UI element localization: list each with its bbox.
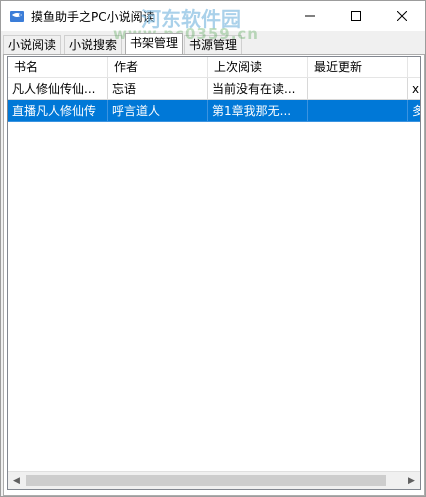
horizontal-scrollbar[interactable]: ◀ ▶: [8, 471, 420, 489]
window-title: 摸鱼助手之PC小说阅读: [31, 10, 155, 24]
close-button[interactable]: [379, 1, 425, 31]
cell-extra: 多: [408, 100, 420, 122]
column-header-title[interactable]: 书名: [8, 57, 108, 77]
cell-latest-update: [308, 78, 408, 100]
column-header-latest-update[interactable]: 最近更新: [308, 57, 408, 77]
column-header-extra[interactable]: [408, 57, 420, 77]
maximize-button[interactable]: [333, 1, 379, 31]
app-icon: [9, 8, 25, 24]
cell-latest-update: [308, 100, 408, 122]
tab-novel-reading[interactable]: 小说阅读: [3, 35, 62, 54]
minimize-button[interactable]: [287, 1, 333, 31]
list-header: 书名 作者 上次阅读 最近更新: [8, 57, 420, 78]
table-row[interactable]: 凡人修仙传仙... 忘语 当前没有在读... x: [8, 78, 420, 100]
table-row-selected[interactable]: 直播凡人修仙传 呼言道人 第1章我那无... 多: [8, 100, 420, 122]
bookshelf-list[interactable]: 书名 作者 上次阅读 最近更新 凡人修仙传仙... 忘语 当前没有在读... x…: [7, 56, 421, 490]
column-header-last-read[interactable]: 上次阅读: [208, 57, 308, 77]
cell-author: 忘语: [108, 78, 208, 100]
app-window: 摸鱼助手之PC小说阅读 河东软件园 小说阅读 小说搜索 书架管理 书源管理 书名…: [0, 0, 426, 497]
cell-last-read: 第1章我那无...: [208, 100, 308, 122]
cell-title: 凡人修仙传仙...: [8, 78, 108, 100]
scroll-right-icon[interactable]: ▶: [403, 472, 420, 489]
scrollbar-thumb[interactable]: [26, 475, 386, 486]
cell-last-read: 当前没有在读...: [208, 78, 308, 100]
tab-bookshelf[interactable]: 书架管理: [125, 33, 184, 54]
scroll-left-icon[interactable]: ◀: [8, 472, 25, 489]
cell-author: 呼言道人: [108, 100, 208, 122]
column-header-author[interactable]: 作者: [108, 57, 208, 77]
cell-extra: x: [408, 78, 420, 100]
cell-title: 直播凡人修仙传: [8, 100, 108, 122]
